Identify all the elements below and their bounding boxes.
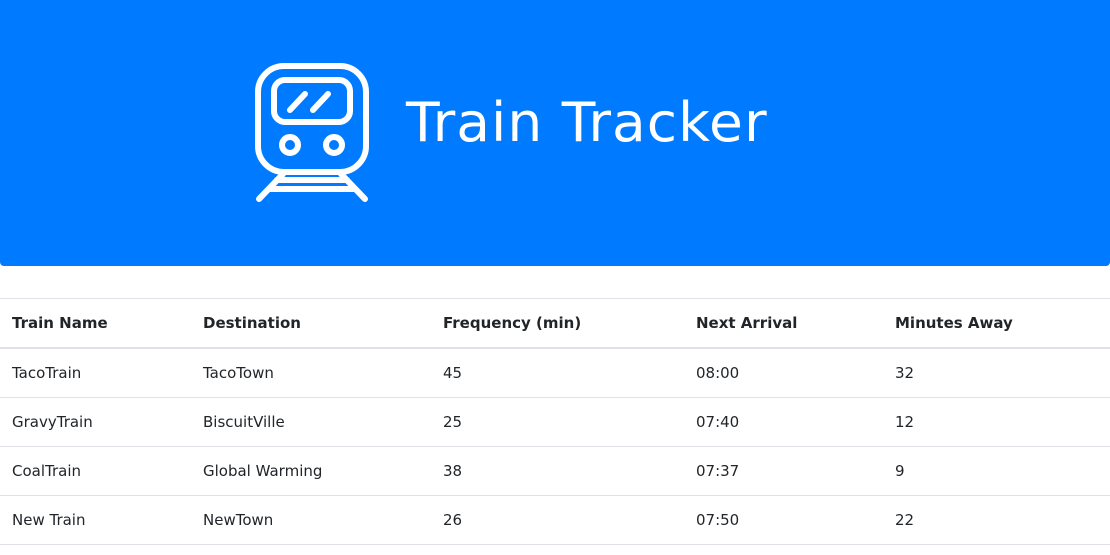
cell-train-name: GravyTrain	[0, 397, 191, 447]
cell-frequency: 45	[431, 347, 684, 398]
table-row: CoalTrain Global Warming 38 07:37 9	[0, 446, 1110, 496]
train-icon	[255, 63, 369, 202]
cell-next-arrival: 07:40	[684, 397, 883, 447]
cell-frequency: 25	[431, 397, 684, 447]
train-schedule-table: Train Name Destination Frequency (min) N…	[0, 298, 1110, 545]
cell-next-arrival: 08:00	[684, 347, 883, 398]
cell-destination: BiscuitVille	[191, 397, 431, 447]
table-header-row: Train Name Destination Frequency (min) N…	[0, 298, 1110, 349]
cell-next-arrival: 07:50	[684, 495, 883, 545]
column-header-train-name: Train Name	[0, 298, 191, 349]
table-row: TacoTrain TacoTown 45 08:00 32	[0, 347, 1110, 398]
cell-minutes-away: 9	[883, 446, 1110, 496]
cell-destination: NewTown	[191, 495, 431, 545]
page-title: Train Tracker	[406, 91, 768, 154]
cell-next-arrival: 07:37	[684, 446, 883, 496]
cell-train-name: CoalTrain	[0, 446, 191, 496]
cell-destination: Global Warming	[191, 446, 431, 496]
column-header-minutes-away: Minutes Away	[883, 298, 1110, 349]
cell-train-name: TacoTrain	[0, 347, 191, 398]
cell-train-name: New Train	[0, 495, 191, 545]
table-row: GravyTrain BiscuitVille 25 07:40 12	[0, 397, 1110, 447]
cell-destination: TacoTown	[191, 347, 431, 398]
cell-minutes-away: 12	[883, 397, 1110, 447]
column-header-destination: Destination	[191, 298, 431, 349]
header-banner: Train Tracker	[0, 0, 1110, 266]
cell-minutes-away: 22	[883, 495, 1110, 545]
column-header-frequency: Frequency (min)	[431, 298, 684, 349]
cell-minutes-away: 32	[883, 347, 1110, 398]
cell-frequency: 38	[431, 446, 684, 496]
column-header-next-arrival: Next Arrival	[684, 298, 883, 349]
cell-frequency: 26	[431, 495, 684, 545]
table-row: New Train NewTown 26 07:50 22	[0, 495, 1110, 545]
